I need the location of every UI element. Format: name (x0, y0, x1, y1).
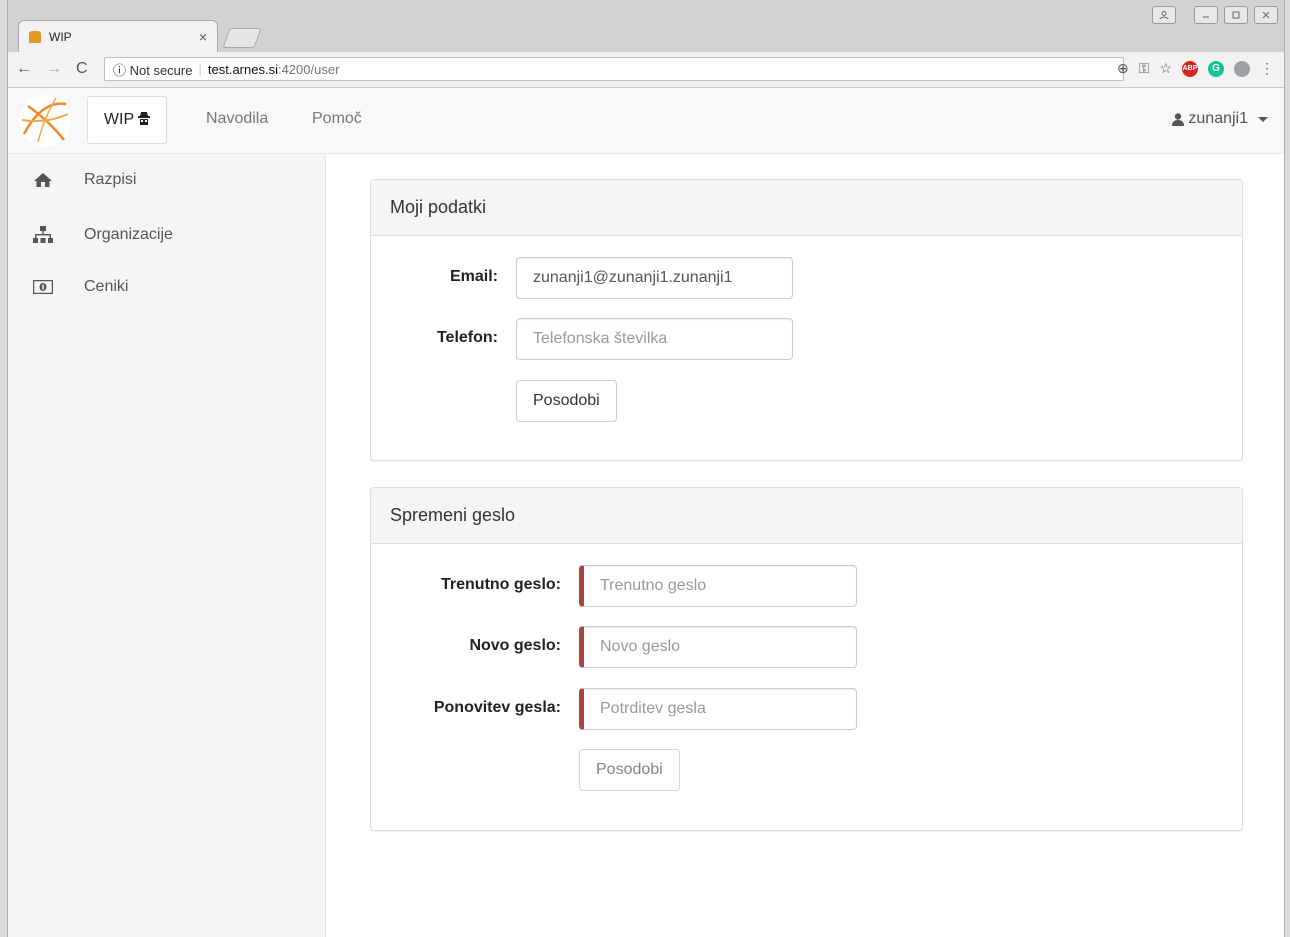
panel-title: Moji podatki (371, 180, 1242, 236)
money-icon (32, 278, 54, 296)
sidebar-item-ceniki[interactable]: Ceniki (8, 267, 325, 307)
extension-icon[interactable] (1234, 60, 1250, 77)
username: zunanji1 (1188, 110, 1248, 127)
window-frame-left (0, 0, 8, 937)
browser-tabstrip: WIP × (8, 0, 1284, 52)
address-separator: | (198, 61, 202, 77)
tab-favicon-icon (29, 30, 41, 43)
spy-icon (138, 111, 151, 130)
user-icon (1172, 112, 1185, 126)
bookmark-star-icon[interactable]: ☆ (1159, 60, 1172, 77)
minimize-icon[interactable] (1194, 6, 1218, 24)
maximize-icon[interactable] (1224, 6, 1248, 24)
sidebar-item-label: Razpisi (84, 171, 137, 188)
new-tab-button[interactable] (222, 28, 262, 48)
close-window-icon[interactable] (1254, 6, 1278, 24)
menu-kebab-icon[interactable]: ⋮ (1260, 60, 1274, 77)
zoom-icon[interactable]: ⊕ (1117, 60, 1129, 77)
url-path: :4200/user (277, 61, 340, 77)
address-bar[interactable]: ⓘ Not secure | test.arnes.si :4200/user (104, 57, 1124, 81)
sidebar-item-organizacije[interactable]: Organizacije (8, 215, 325, 255)
email-field[interactable]: zunanji1@zunanji1.zunanji1 (516, 257, 793, 299)
nav-link-navodila[interactable]: Navodila (206, 110, 268, 128)
window-frame-right (1284, 0, 1290, 937)
chevron-down-icon (1258, 116, 1268, 122)
new-password-label: Novo geslo: (469, 637, 561, 654)
profile-panel: Moji podatki Email: zunanji1@zunanji1.zu… (370, 179, 1243, 461)
phone-field[interactable]: Telefonska številka (516, 318, 793, 360)
browser-toolbar: ← → C ⓘ Not secure | test.arnes.si :4200… (8, 52, 1284, 88)
sidebar-item-label: Ceniki (84, 278, 129, 295)
profile-icon[interactable] (1152, 6, 1176, 24)
sitemap-icon (32, 226, 54, 244)
security-indicator[interactable]: ⓘ Not secure (113, 60, 192, 79)
sidebar-item-razpisi[interactable]: Razpisi (8, 160, 325, 200)
current-password-label: Trenutno geslo: (441, 576, 561, 593)
tab-title: WIP (49, 29, 72, 44)
update-profile-button[interactable]: Posodobi (516, 380, 617, 422)
nav-link-pomoc[interactable]: Pomoč (312, 110, 362, 128)
password-panel: Spremeni geslo Trenutno geslo: Trenutno … (370, 487, 1243, 831)
forward-icon[interactable]: → (46, 60, 62, 78)
url-host: test.arnes.si (207, 61, 278, 77)
app-navbar: WIP Navodila Pomoč zunanji1 (8, 88, 1284, 154)
tab-close-icon[interactable]: × (199, 29, 207, 45)
grammarly-icon[interactable]: G (1208, 60, 1224, 77)
sidebar: Razpisi Organizacije Ceniki (8, 154, 326, 937)
reload-icon[interactable]: C (76, 60, 88, 78)
panel-title: Spremeni geslo (371, 488, 1242, 544)
new-password-field[interactable]: Novo geslo (579, 626, 857, 668)
sidebar-item-label: Organizacije (84, 226, 173, 243)
repeat-password-label: Ponovitev gesla: (433, 699, 561, 716)
brand-label: WIP (103, 111, 135, 128)
repeat-password-field[interactable]: Potrditev gesla (579, 688, 857, 730)
app-logo[interactable] (18, 94, 72, 148)
brand-button[interactable]: WIP (87, 96, 167, 144)
key-icon[interactable]: ⚿ (1139, 60, 1150, 77)
home-icon (32, 171, 54, 189)
current-password-field[interactable]: Trenutno geslo (579, 565, 857, 607)
user-menu[interactable]: zunanji1 (1172, 110, 1268, 128)
email-label: Email: (449, 268, 498, 285)
adblock-icon[interactable]: ABP (1182, 60, 1198, 77)
window-controls (1152, 6, 1278, 24)
update-password-button[interactable]: Posodobi (579, 749, 680, 791)
browser-tab[interactable]: WIP × (18, 20, 218, 52)
back-icon[interactable]: ← (16, 60, 32, 78)
phone-label: Telefon: (436, 329, 498, 346)
